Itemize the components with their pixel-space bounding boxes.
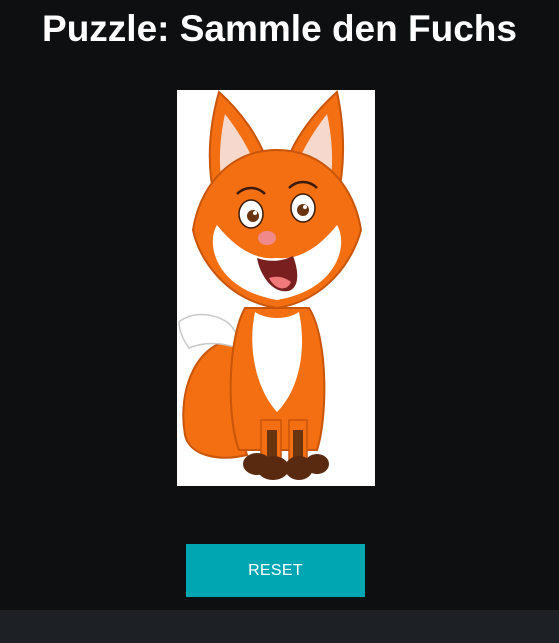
fox-image bbox=[178, 90, 363, 480]
right-paw bbox=[305, 454, 329, 474]
page-title: Puzzle: Sammle den Fuchs bbox=[42, 8, 517, 49]
puzzle-board[interactable] bbox=[177, 90, 375, 486]
reset-button[interactable]: RESET bbox=[186, 544, 365, 597]
fox-nose bbox=[258, 231, 276, 245]
footer-bar bbox=[0, 610, 559, 643]
